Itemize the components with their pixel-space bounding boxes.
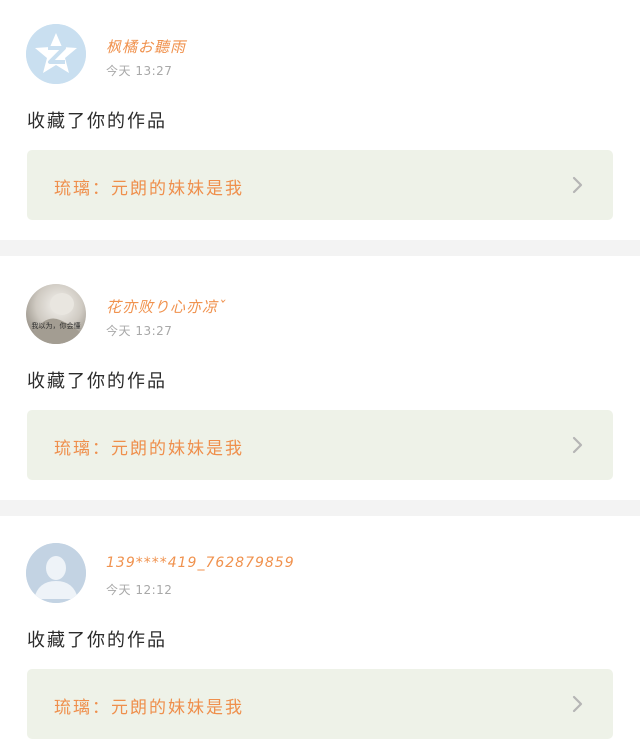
timestamp: 今天 12:12	[106, 583, 173, 597]
timestamp: 今天 13:27	[106, 64, 173, 78]
section-divider	[0, 500, 640, 516]
chevron-right-icon	[572, 695, 583, 713]
work-link-card[interactable]: 琉璃：元朗的妹妹是我	[27, 669, 613, 739]
notification-item: 枫橘お聽雨 今天 13:27 收藏了你的作品 琉璃：元朗的妹妹是我	[0, 0, 640, 240]
photo-avatar-icon: 我以为，你会懂	[26, 284, 86, 344]
chevron-right-icon	[572, 436, 583, 454]
work-link-card[interactable]: 琉璃：元朗的妹妹是我	[27, 150, 613, 220]
svg-text:我以为，你会懂: 我以为，你会懂	[32, 321, 81, 330]
notification-item: 我以为，你会懂 花亦败り心亦凉ˇ 今天 13:27 收藏了你的作品 琉璃：元朗的…	[0, 256, 640, 500]
username[interactable]: 花亦败り心亦凉ˇ	[106, 296, 227, 317]
avatar[interactable]: 我以为，你会懂	[26, 284, 86, 344]
section-divider	[0, 240, 640, 256]
username[interactable]: 139****419_762879859	[106, 555, 295, 571]
avatar[interactable]	[26, 543, 86, 603]
chevron-right-icon	[572, 176, 583, 194]
username[interactable]: 枫橘お聽雨	[106, 36, 186, 57]
notification-feed: 枫橘お聽雨 今天 13:27 收藏了你的作品 琉璃：元朗的妹妹是我 我以为，你会…	[0, 0, 640, 748]
qzone-logo-icon	[26, 24, 86, 84]
work-title: 琉璃：元朗的妹妹是我	[54, 698, 244, 718]
action-text: 收藏了你的作品	[27, 111, 167, 132]
work-title: 琉璃：元朗的妹妹是我	[54, 179, 244, 199]
default-person-icon	[26, 543, 86, 603]
work-title: 琉璃：元朗的妹妹是我	[54, 439, 244, 459]
avatar[interactable]	[26, 24, 86, 84]
timestamp: 今天 13:27	[106, 324, 173, 338]
work-link-card[interactable]: 琉璃：元朗的妹妹是我	[27, 410, 613, 480]
notification-item: 139****419_762879859 今天 12:12 收藏了你的作品 琉璃…	[0, 516, 640, 748]
action-text: 收藏了你的作品	[27, 630, 167, 651]
action-text: 收藏了你的作品	[27, 371, 167, 392]
